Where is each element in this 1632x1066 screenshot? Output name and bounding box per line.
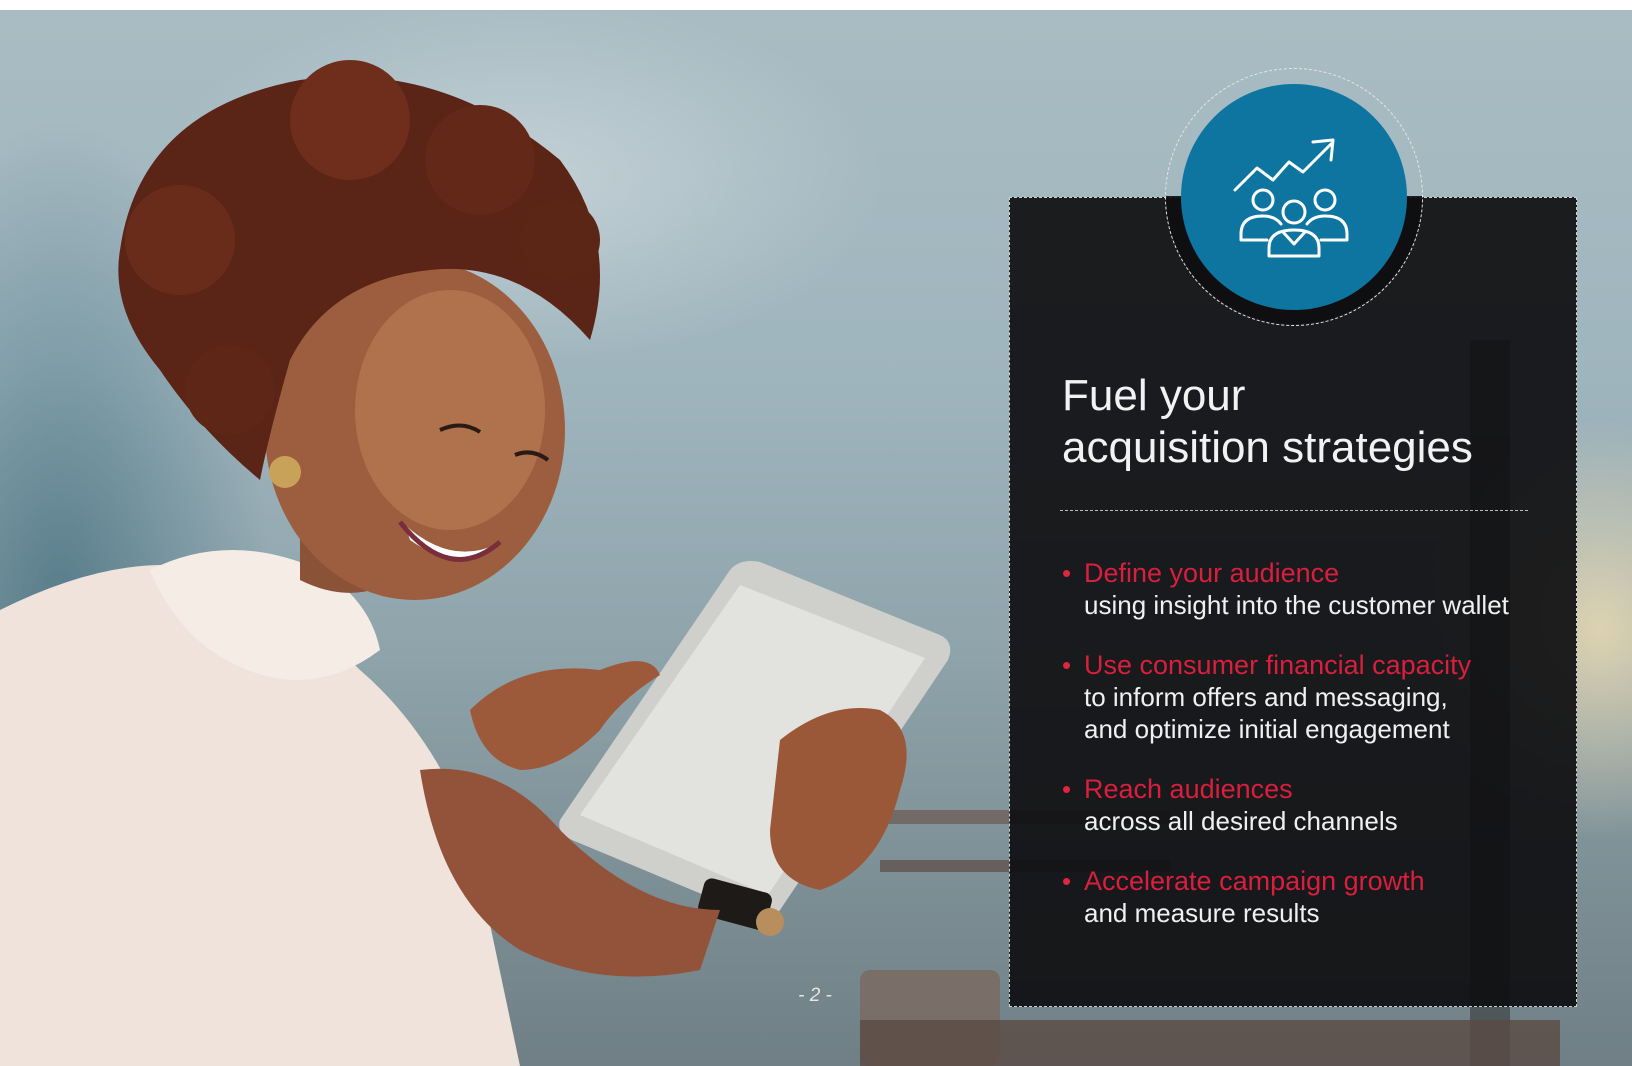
title-divider xyxy=(1060,510,1528,511)
bullet-text: and measure results xyxy=(1084,898,1320,928)
page-number: - 2 - xyxy=(798,985,832,1006)
bullet-text: to inform offers and messaging, xyxy=(1084,682,1448,712)
page: Fuel your acquisition strategies Define … xyxy=(0,0,1632,1066)
bullet-headline: Accelerate campaign growth xyxy=(1084,866,1425,896)
list-item: Accelerate campaign growth and measure r… xyxy=(1062,865,1562,929)
title-line-1: Fuel your xyxy=(1062,371,1246,420)
bullet-text: across all desired channels xyxy=(1084,806,1398,836)
list-item: Define your audience using insight into … xyxy=(1062,557,1562,621)
title-line-2: acquisition strategies xyxy=(1062,423,1473,472)
bullet-headline: Define your audience xyxy=(1084,558,1340,588)
bullet-headline: Reach audiences xyxy=(1084,774,1293,804)
bullet-text: using insight into the customer wallet xyxy=(1084,590,1509,620)
list-item: Use consumer financial capacity to infor… xyxy=(1062,649,1562,745)
bullet-text: and optimize initial engagement xyxy=(1084,714,1450,744)
growth-audience-icon xyxy=(1227,128,1361,267)
panel-title: Fuel your acquisition strategies xyxy=(1062,370,1542,474)
badge xyxy=(1181,84,1407,310)
list-item: Reach audiences across all desired chann… xyxy=(1062,773,1562,837)
bullet-list: Define your audience using insight into … xyxy=(1062,557,1562,957)
bullet-headline: Use consumer financial capacity xyxy=(1084,650,1472,680)
